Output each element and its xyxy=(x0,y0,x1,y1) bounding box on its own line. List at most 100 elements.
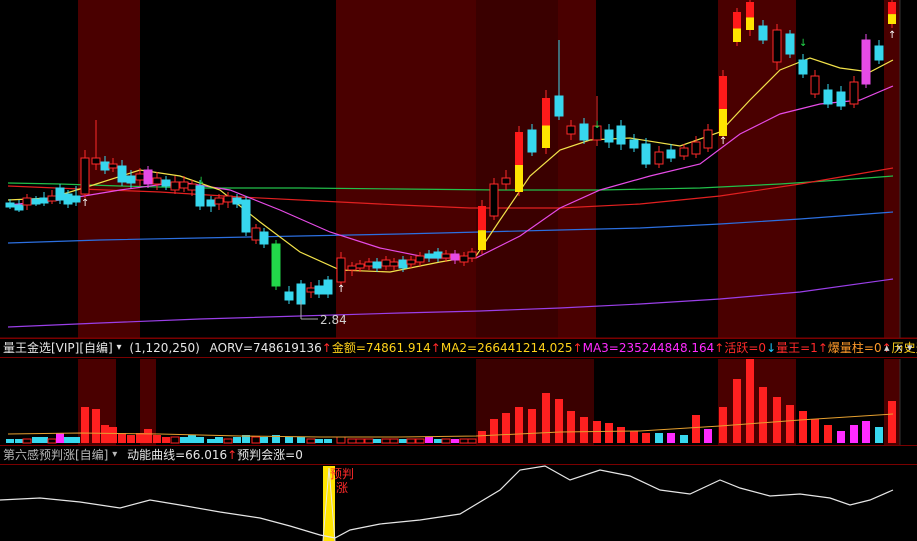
volume-bar xyxy=(6,439,14,443)
candle-body xyxy=(91,157,101,165)
chevron-down-icon[interactable]: ▾ xyxy=(112,446,117,464)
candle-body xyxy=(284,291,294,301)
buy-arrow-icon: ↑ xyxy=(888,30,896,41)
buy-arrow-icon: ↑ xyxy=(337,284,345,295)
aorv-value: AORV=748619136 xyxy=(209,341,322,355)
volume-bar xyxy=(617,427,625,443)
candle-body xyxy=(616,125,626,145)
volume-bar xyxy=(306,438,316,444)
candle-body xyxy=(195,185,205,207)
indicator-params: (1,120,250) xyxy=(129,341,200,355)
indicator-name[interactable]: 第六感预判涨[自编] xyxy=(3,446,108,464)
band xyxy=(558,0,596,338)
volume-bar xyxy=(324,439,332,443)
volume-bar xyxy=(40,437,48,443)
candle-body xyxy=(554,95,564,117)
candle-body xyxy=(415,255,425,263)
volume-bar xyxy=(773,397,781,443)
candle-body xyxy=(501,177,511,185)
buy-arrow-icon: ↑ xyxy=(719,136,727,147)
candle-body xyxy=(100,161,110,171)
chart-stage[interactable]: 2.84 ↑ ↑ ↑ ↑ ↓ ↓ ↓ 预判 涨 量王金选[VIP][自编] ▾ (1,120… xyxy=(0,0,917,541)
candle-body xyxy=(259,231,269,245)
candle-body xyxy=(566,125,576,135)
chevron-down-icon[interactable]: ▾ xyxy=(117,339,122,357)
volume-bar xyxy=(799,411,807,443)
volume-bar xyxy=(101,425,109,443)
candle-body xyxy=(691,141,701,155)
candle-body xyxy=(758,25,768,41)
momentum-curve xyxy=(0,465,894,539)
volume-bar xyxy=(875,427,883,443)
candle-body xyxy=(152,177,162,185)
candle-body xyxy=(47,195,57,202)
volume-bar xyxy=(441,438,451,444)
candle-body xyxy=(323,279,333,295)
candle-body xyxy=(108,163,118,169)
volume-bar xyxy=(22,438,32,444)
signal-label-line1: 预判 xyxy=(330,467,354,481)
volume-bar xyxy=(188,435,196,443)
volume-bar xyxy=(515,407,523,443)
panel-close-control[interactable]: x xyxy=(896,339,903,357)
volume-bar xyxy=(555,399,563,443)
volume-bar xyxy=(406,438,416,444)
candle-body xyxy=(629,139,639,149)
volume-bar xyxy=(399,439,407,443)
volume-bar xyxy=(415,438,425,444)
candle-body xyxy=(515,165,523,192)
volume-bar xyxy=(888,401,896,443)
indicator-name[interactable]: 量王金选[VIP][自编] xyxy=(3,339,113,357)
candle-body xyxy=(772,29,782,63)
candle-body xyxy=(55,187,65,201)
volume-bar xyxy=(719,407,727,443)
candle-body xyxy=(679,147,689,157)
volume-bar xyxy=(260,437,268,443)
volume-bar xyxy=(630,431,638,443)
candle-body xyxy=(489,183,499,217)
candle-body xyxy=(347,265,357,271)
candle-body xyxy=(478,230,486,250)
candle-body xyxy=(888,2,896,15)
candle-body xyxy=(888,14,896,24)
indicator-bar-volume[interactable]: 量王金选[VIP][自编] ▾ (1,120,250) AORV=7486191… xyxy=(0,338,917,358)
volume-bar xyxy=(655,433,663,443)
signal-arrow-icon: ↓ xyxy=(197,176,205,187)
volume-bar xyxy=(786,405,794,443)
candle-body xyxy=(746,17,754,30)
candle-body xyxy=(515,132,523,165)
candle-body xyxy=(746,2,754,18)
candle-body xyxy=(459,255,469,263)
volume-bar xyxy=(233,437,241,443)
volume-bar xyxy=(746,359,754,443)
candle-body xyxy=(389,261,399,267)
ma2-value: MA2=266441214.025 xyxy=(440,341,573,355)
low-price-label: 2.84 xyxy=(320,313,347,327)
candle-body xyxy=(223,195,233,203)
candle-body xyxy=(861,39,871,85)
volume-bar xyxy=(364,438,374,444)
volume-bar xyxy=(92,409,100,443)
candle-body xyxy=(654,151,664,165)
candle-body xyxy=(22,197,32,206)
candle-body xyxy=(542,98,550,126)
up-arrow-icon: ↑ xyxy=(817,341,828,355)
volume-bar xyxy=(336,436,346,444)
liangwang-value: 量王=1 xyxy=(776,341,818,355)
up-arrow-icon: ↑ xyxy=(714,341,725,355)
candle-body xyxy=(251,227,261,241)
volume-bar xyxy=(285,437,293,443)
buy-arrow-icon: ↑ xyxy=(81,198,89,209)
volume-bar xyxy=(251,436,261,444)
volume-bar xyxy=(118,433,126,443)
volume-bar xyxy=(127,435,135,443)
indicator-bar-momentum[interactable]: 第六感预判涨[自编] ▾ 动能曲线=66.016↑预判会涨=0 xyxy=(0,445,917,465)
panel-up-control[interactable]: ▴ xyxy=(884,339,890,357)
volume-bar xyxy=(72,437,80,443)
volume-bar xyxy=(315,439,323,443)
candle-body xyxy=(306,287,316,293)
candle-body xyxy=(5,202,15,208)
volume-bar xyxy=(850,425,858,443)
yupan-value: 预判会涨=0 xyxy=(237,448,303,462)
panel-down-control[interactable]: ▾ xyxy=(907,339,913,357)
